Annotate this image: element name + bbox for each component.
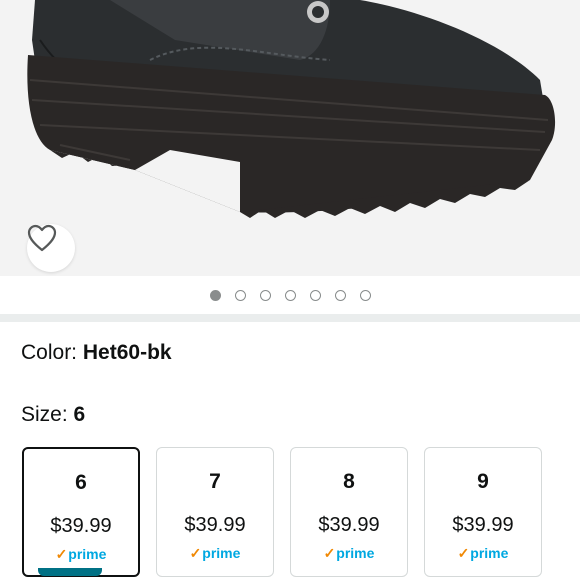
prime-check-icon: ✓: [55, 546, 68, 562]
heart-outline-icon: [27, 224, 57, 252]
size-label: Size:: [21, 403, 68, 426]
prime-label: prime: [470, 545, 509, 561]
wishlist-button[interactable]: [27, 224, 75, 272]
prime-label: prime: [68, 546, 107, 562]
prime-badge: ✓prime: [291, 545, 407, 562]
size-value: 6: [73, 403, 86, 426]
color-selection: Color: Het60-bk: [21, 341, 172, 365]
carousel-dot[interactable]: [209, 289, 221, 301]
prime-badge: ✓prime: [24, 546, 138, 563]
prime-label: prime: [336, 545, 375, 561]
carousel-dot[interactable]: [359, 289, 371, 301]
size-swatch[interactable]: 6 $39.99 ✓prime: [22, 447, 140, 577]
swatch-price: $39.99: [184, 514, 246, 536]
boot-image: [27, 0, 556, 218]
color-value: Het60-bk: [82, 341, 172, 364]
carousel-dot[interactable]: [259, 289, 271, 301]
carousel-dot[interactable]: [234, 289, 246, 301]
image-carousel-indicator: [0, 276, 580, 314]
color-label: Color:: [21, 341, 78, 364]
prime-label: prime: [202, 545, 241, 561]
swatch-price: $39.99: [452, 514, 514, 536]
bottom-action-tab[interactable]: [38, 568, 102, 576]
swatch-price: $39.99: [318, 514, 380, 536]
swatch-size: 9: [477, 470, 489, 493]
prime-badge: ✓prime: [425, 545, 541, 562]
swatch-size: 7: [209, 470, 221, 493]
product-image[interactable]: [0, 0, 580, 276]
size-swatch[interactable]: 8 $39.99 ✓prime: [290, 447, 408, 577]
prime-badge: ✓prime: [157, 545, 273, 562]
swatch-price: $39.99: [50, 515, 112, 537]
size-swatch[interactable]: 9 $39.99 ✓prime: [424, 447, 542, 577]
carousel-dot[interactable]: [309, 289, 321, 301]
section-divider: [0, 314, 580, 322]
carousel-dot[interactable]: [284, 289, 296, 301]
prime-check-icon: ✓: [323, 545, 336, 561]
prime-check-icon: ✓: [189, 545, 202, 561]
prime-check-icon: ✓: [457, 545, 470, 561]
swatch-size: 6: [75, 471, 87, 494]
swatch-size: 8: [343, 470, 355, 493]
size-swatch[interactable]: 7 $39.99 ✓prime: [156, 447, 274, 577]
size-selection: Size: 6: [21, 403, 85, 427]
carousel-dot[interactable]: [334, 289, 346, 301]
